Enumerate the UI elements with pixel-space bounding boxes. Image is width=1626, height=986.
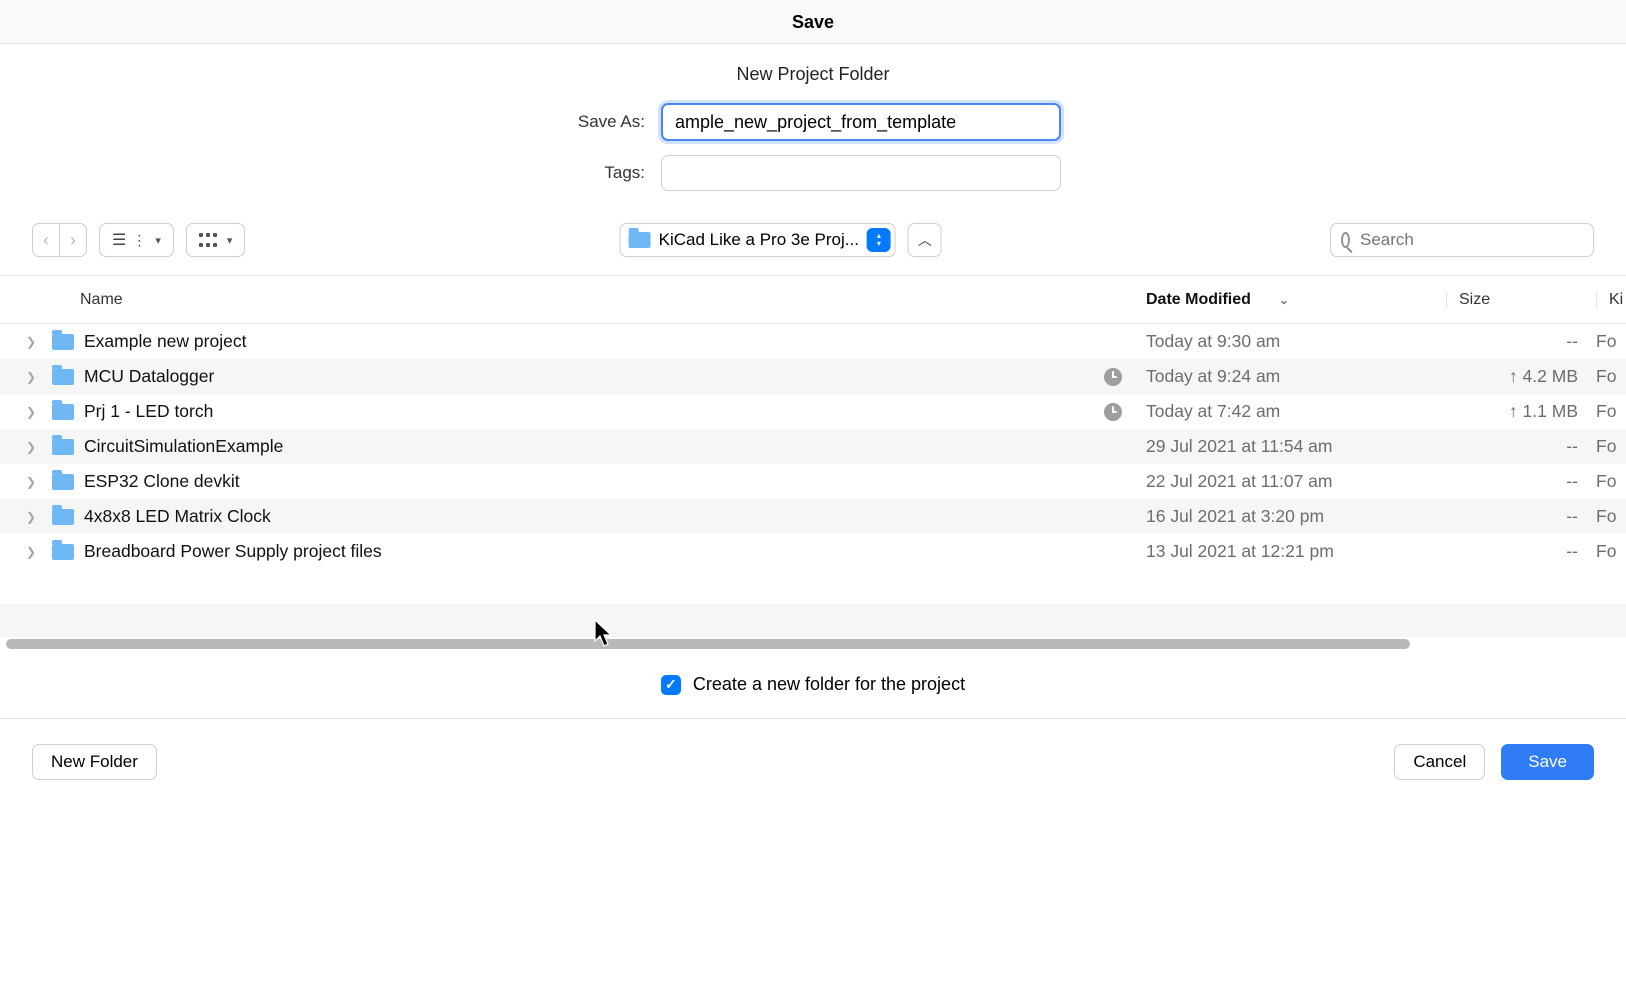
- file-kind: Fo: [1596, 331, 1626, 352]
- table-row[interactable]: ❯ Example new project Today at 9:30 am--Fo: [0, 324, 1626, 359]
- grid-icon: [199, 233, 217, 247]
- table-row[interactable]: ❯ CircuitSimulationExample 29 Jul 2021 at …: [0, 429, 1626, 464]
- folder-icon: [52, 439, 74, 455]
- window-title: Save: [0, 0, 1626, 44]
- file-name: Prj 1 - LED torch: [84, 401, 1104, 422]
- folder-icon: [52, 474, 74, 490]
- chevron-right-icon: ›: [70, 231, 76, 249]
- folder-icon: [52, 509, 74, 525]
- file-date: 22 Jul 2021 at 11:07 am: [1146, 471, 1446, 492]
- file-size: --: [1446, 471, 1596, 492]
- search-icon: [1341, 232, 1350, 248]
- disclosure-triangle-icon[interactable]: ❯: [26, 545, 42, 559]
- disclosure-triangle-icon[interactable]: ❯: [26, 510, 42, 524]
- dialog-subtitle: New Project Folder: [736, 64, 889, 85]
- folder-icon: [629, 232, 651, 248]
- disclosure-triangle-icon[interactable]: ❯: [26, 440, 42, 454]
- file-date: Today at 9:24 am: [1146, 366, 1446, 387]
- file-date: 13 Jul 2021 at 12:21 pm: [1146, 541, 1446, 562]
- nav-back-button[interactable]: ‹: [32, 223, 59, 257]
- file-name: 4x8x8 LED Matrix Clock: [84, 506, 1104, 527]
- search-field[interactable]: [1330, 223, 1594, 257]
- save-as-input[interactable]: [661, 103, 1061, 141]
- tags-input[interactable]: [661, 155, 1061, 191]
- location-name: KiCad Like a Pro 3e Proj...: [659, 230, 859, 250]
- file-date: Today at 9:30 am: [1146, 331, 1446, 352]
- browser-toolbar: ‹ › ⋮ ▾ ▾ KiCad Like a Pro 3e Proj... ▴▾…: [0, 215, 1626, 275]
- file-date: Today at 7:42 am: [1146, 401, 1446, 422]
- file-size: --: [1446, 541, 1596, 562]
- nav-forward-button[interactable]: ›: [59, 223, 87, 257]
- location-menu-icon: ▴▾: [867, 228, 891, 252]
- table-header: Name Date Modified ⌄ Size Ki: [0, 276, 1626, 324]
- file-name: ESP32 Clone devkit: [84, 471, 1104, 492]
- location-popup-button[interactable]: KiCad Like a Pro 3e Proj... ▴▾: [620, 223, 896, 257]
- sync-status-icon: [1104, 403, 1122, 421]
- table-row[interactable]: ❯ Breadboard Power Supply project files 13…: [0, 534, 1626, 569]
- disclosure-triangle-icon[interactable]: ❯: [26, 475, 42, 489]
- file-size: --: [1446, 506, 1596, 527]
- scrollbar-thumb[interactable]: [6, 639, 1410, 649]
- column-name[interactable]: Name: [80, 291, 1146, 309]
- column-kind[interactable]: Ki: [1596, 291, 1626, 309]
- horizontal-scrollbar[interactable]: [6, 637, 1620, 651]
- file-name: Example new project: [84, 331, 1104, 352]
- file-kind: Fo: [1596, 366, 1626, 387]
- file-size: --: [1446, 331, 1596, 352]
- file-kind: Fo: [1596, 506, 1626, 527]
- new-folder-button[interactable]: New Folder: [32, 744, 157, 780]
- view-grid-button[interactable]: ▾: [186, 223, 246, 257]
- empty-area: [0, 569, 1626, 637]
- disclosure-triangle-icon[interactable]: ❯: [26, 405, 42, 419]
- save-form: New Project Folder Save As: Tags:: [0, 44, 1626, 215]
- create-folder-label: Create a new folder for the project: [693, 674, 965, 695]
- file-name: CircuitSimulationExample: [84, 436, 1104, 457]
- create-folder-checkbox[interactable]: ✓: [661, 675, 681, 695]
- view-list-button[interactable]: ⋮ ▾: [99, 223, 174, 257]
- table-row[interactable]: ❯ MCU Datalogger Today at 9:24 am↑ 4.2 MBF…: [0, 359, 1626, 394]
- folder-icon: [52, 334, 74, 350]
- disclosure-triangle-icon[interactable]: ❯: [26, 335, 42, 349]
- save-as-label: Save As:: [565, 112, 645, 132]
- options-row: ✓ Create a new folder for the project: [0, 651, 1626, 719]
- search-input[interactable]: [1358, 229, 1583, 251]
- file-size: --: [1446, 436, 1596, 457]
- file-kind: Fo: [1596, 401, 1626, 422]
- file-table: Name Date Modified ⌄ Size Ki ❯ Example ne…: [0, 275, 1626, 651]
- table-row[interactable]: ❯ ESP32 Clone devkit 22 Jul 2021 at 11:07 …: [0, 464, 1626, 499]
- file-kind: Fo: [1596, 541, 1626, 562]
- file-kind: Fo: [1596, 436, 1626, 457]
- list-icon: [112, 230, 128, 250]
- chevron-down-icon: ▾: [155, 234, 161, 247]
- table-row[interactable]: ❯ 4x8x8 LED Matrix Clock 16 Jul 2021 at 3:…: [0, 499, 1626, 534]
- folder-icon: [52, 369, 74, 385]
- chevron-left-icon: ‹: [43, 231, 49, 249]
- file-size: ↑ 4.2 MB: [1446, 366, 1596, 387]
- save-button[interactable]: Save: [1501, 744, 1594, 780]
- collapse-toggle-button[interactable]: ︿: [908, 223, 942, 257]
- chevron-up-icon: ︿: [918, 233, 932, 247]
- column-size[interactable]: Size: [1446, 291, 1596, 309]
- sync-status-icon: [1104, 368, 1122, 386]
- folder-icon: [52, 404, 74, 420]
- file-name: MCU Datalogger: [84, 366, 1104, 387]
- table-row[interactable]: ❯ Prj 1 - LED torch Today at 7:42 am↑ 1.1 …: [0, 394, 1626, 429]
- cancel-button[interactable]: Cancel: [1394, 744, 1485, 780]
- folder-icon: [52, 544, 74, 560]
- file-date: 29 Jul 2021 at 11:54 am: [1146, 436, 1446, 457]
- column-date-modified[interactable]: Date Modified ⌄: [1146, 291, 1446, 309]
- tags-label: Tags:: [565, 163, 645, 183]
- dialog-footer: New Folder Cancel Save: [0, 719, 1626, 805]
- file-size: ↑ 1.1 MB: [1446, 401, 1596, 422]
- sort-descending-icon: ⌄: [1279, 293, 1289, 307]
- file-name: Breadboard Power Supply project files: [84, 541, 1104, 562]
- file-kind: Fo: [1596, 471, 1626, 492]
- disclosure-triangle-icon[interactable]: ❯: [26, 370, 42, 384]
- chevron-down-icon: ▾: [227, 234, 233, 247]
- file-date: 16 Jul 2021 at 3:20 pm: [1146, 506, 1446, 527]
- bullets-icon: ⋮: [132, 232, 145, 249]
